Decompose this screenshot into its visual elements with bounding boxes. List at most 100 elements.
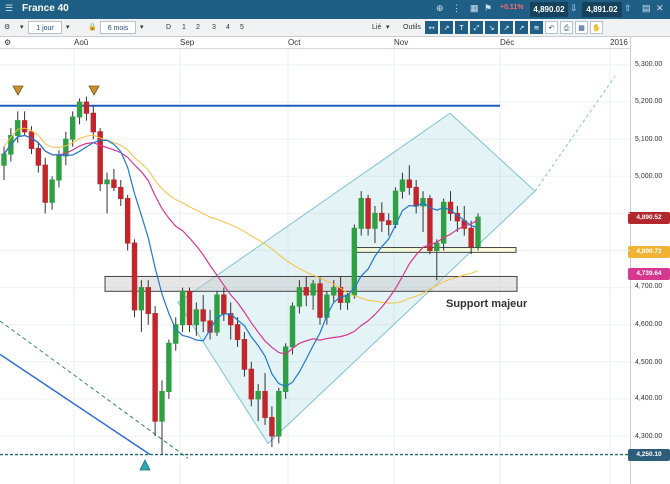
support-annotation: Support majeur	[446, 298, 528, 310]
candle-body	[28, 131, 35, 149]
undo-icon[interactable]: ↶	[545, 21, 558, 34]
draw-line-icon[interactable]: ↗	[440, 21, 453, 34]
event-marker-icon	[12, 85, 24, 96]
month-label: Nov	[394, 38, 409, 47]
candle-body	[399, 179, 406, 192]
trend-up-icon[interactable]: ↗	[500, 21, 513, 34]
table-icon[interactable]: ▦	[575, 21, 588, 34]
y-tick-label: 4,600.00	[635, 321, 663, 328]
list-icon[interactable]: ☰	[5, 3, 13, 14]
candle-body	[166, 342, 172, 392]
dashed-trendline	[0, 320, 189, 459]
candle-body	[269, 416, 275, 437]
candle-body	[317, 283, 323, 318]
linked-label[interactable]: Lié	[372, 22, 381, 33]
candle-body	[392, 190, 399, 226]
candle-body	[331, 287, 337, 296]
chart-icon[interactable]: ▤	[642, 3, 651, 14]
y-tick-label: 5,100.00	[635, 136, 663, 143]
month-label: Déc	[500, 38, 515, 47]
candle-body	[255, 390, 261, 400]
candle-body	[118, 186, 124, 200]
candle-body	[372, 212, 378, 229]
candle-body	[221, 294, 227, 315]
add-icon[interactable]: ⊕	[436, 3, 444, 14]
settings-icon[interactable]: ⚙	[4, 38, 11, 47]
trend-down-icon[interactable]: ↘	[485, 21, 498, 34]
price-axis: 5,300.00 5,200.00 5,100.00 5,000.00 4,70…	[630, 37, 670, 484]
candle-body	[406, 179, 413, 188]
buy-price-button[interactable]: 4,891.02	[582, 2, 622, 17]
range-button-4[interactable]: 4	[226, 22, 230, 33]
candle-body	[179, 290, 186, 326]
candle-body	[413, 186, 419, 207]
range-button-d[interactable]: D	[166, 22, 171, 33]
candle-body	[200, 309, 206, 322]
y-tick-label: 5,000.00	[635, 173, 663, 180]
channel-icon[interactable]: ≋	[530, 21, 543, 34]
range-button-1[interactable]: 1	[182, 22, 186, 33]
range-button-3[interactable]: 3	[212, 22, 216, 33]
y-tick-label: 4,700.00	[635, 283, 663, 290]
change-percent: +0.11%	[500, 4, 524, 11]
settings-icon[interactable]: ⚙	[4, 22, 10, 33]
candle-body	[379, 212, 385, 222]
candle-body	[138, 287, 145, 311]
candle-body	[69, 116, 76, 140]
dropdown-arrow-icon[interactable]: ▾	[66, 22, 70, 33]
candle-body	[365, 198, 371, 229]
sell-price-button[interactable]: 4,890.02	[530, 2, 568, 17]
interval-select[interactable]: 1 jour	[28, 21, 62, 34]
candle-body	[15, 120, 21, 136]
dots-icon[interactable]: ⋮	[452, 3, 461, 14]
candle-body	[234, 324, 241, 341]
candle-body	[337, 287, 344, 303]
candle-body	[358, 198, 364, 229]
draw-left-arrow-icon[interactable]: ↤	[425, 21, 438, 34]
candle-body	[111, 179, 117, 188]
candle-body	[145, 287, 151, 315]
price-chart[interactable]	[0, 49, 630, 484]
ma-short-badge: 4,800.72	[628, 246, 670, 258]
month-label: 2016	[610, 38, 628, 47]
range-button-2[interactable]: 2	[196, 22, 200, 33]
y-tick-label: 4,300.00	[635, 433, 663, 440]
candle-body	[310, 283, 316, 296]
candle-body	[434, 242, 440, 252]
tools-label[interactable]: Outils	[403, 22, 421, 33]
buy-icon[interactable]: ⇧	[624, 3, 632, 14]
text-tool-icon[interactable]: T	[455, 21, 468, 34]
candle-body	[276, 390, 282, 437]
month-label: Oct	[288, 38, 301, 47]
dropdown-arrow-icon[interactable]: ▾	[386, 22, 390, 33]
print-icon[interactable]: ⎙	[560, 21, 573, 34]
y-tick-label: 4,500.00	[635, 359, 663, 366]
y-tick-label: 4,400.00	[635, 395, 663, 402]
hand-icon[interactable]: ✋	[590, 21, 603, 34]
candle-body	[90, 112, 97, 133]
candle-body	[49, 179, 55, 203]
descending-trendline	[0, 353, 151, 456]
range-button-5[interactable]: 5	[240, 22, 244, 33]
candle-body	[289, 305, 296, 348]
trend-line-icon[interactable]: ↗	[515, 21, 528, 34]
candle-body	[152, 313, 158, 422]
sell-icon[interactable]: ⇩	[570, 3, 578, 14]
title-bar: ☰ France 40 ⊕ ⋮ ▦ ⚑ +0.11% 4,890.02 ⇩ 4,…	[0, 0, 670, 19]
event-marker-icon	[88, 85, 100, 96]
month-label: Aoû	[74, 38, 89, 47]
candle-body	[186, 290, 193, 326]
candle-body	[21, 120, 28, 133]
grid-icon[interactable]: ▦	[470, 3, 479, 14]
last-price-badge: 4,890.52	[628, 212, 670, 224]
candle-body	[1, 153, 7, 166]
lock-icon[interactable]: 🔒	[88, 22, 97, 33]
dropdown-arrow-icon[interactable]: ▾	[20, 22, 24, 33]
period-select[interactable]: 6 mois	[100, 21, 136, 34]
candle-body	[214, 294, 220, 333]
close-icon[interactable]: ✕	[656, 3, 664, 14]
flag-icon[interactable]: ⚑	[484, 3, 492, 14]
zoom-icon[interactable]: ⤢	[470, 21, 483, 34]
candle-body	[193, 309, 200, 326]
dropdown-arrow-icon[interactable]: ▾	[140, 22, 144, 33]
